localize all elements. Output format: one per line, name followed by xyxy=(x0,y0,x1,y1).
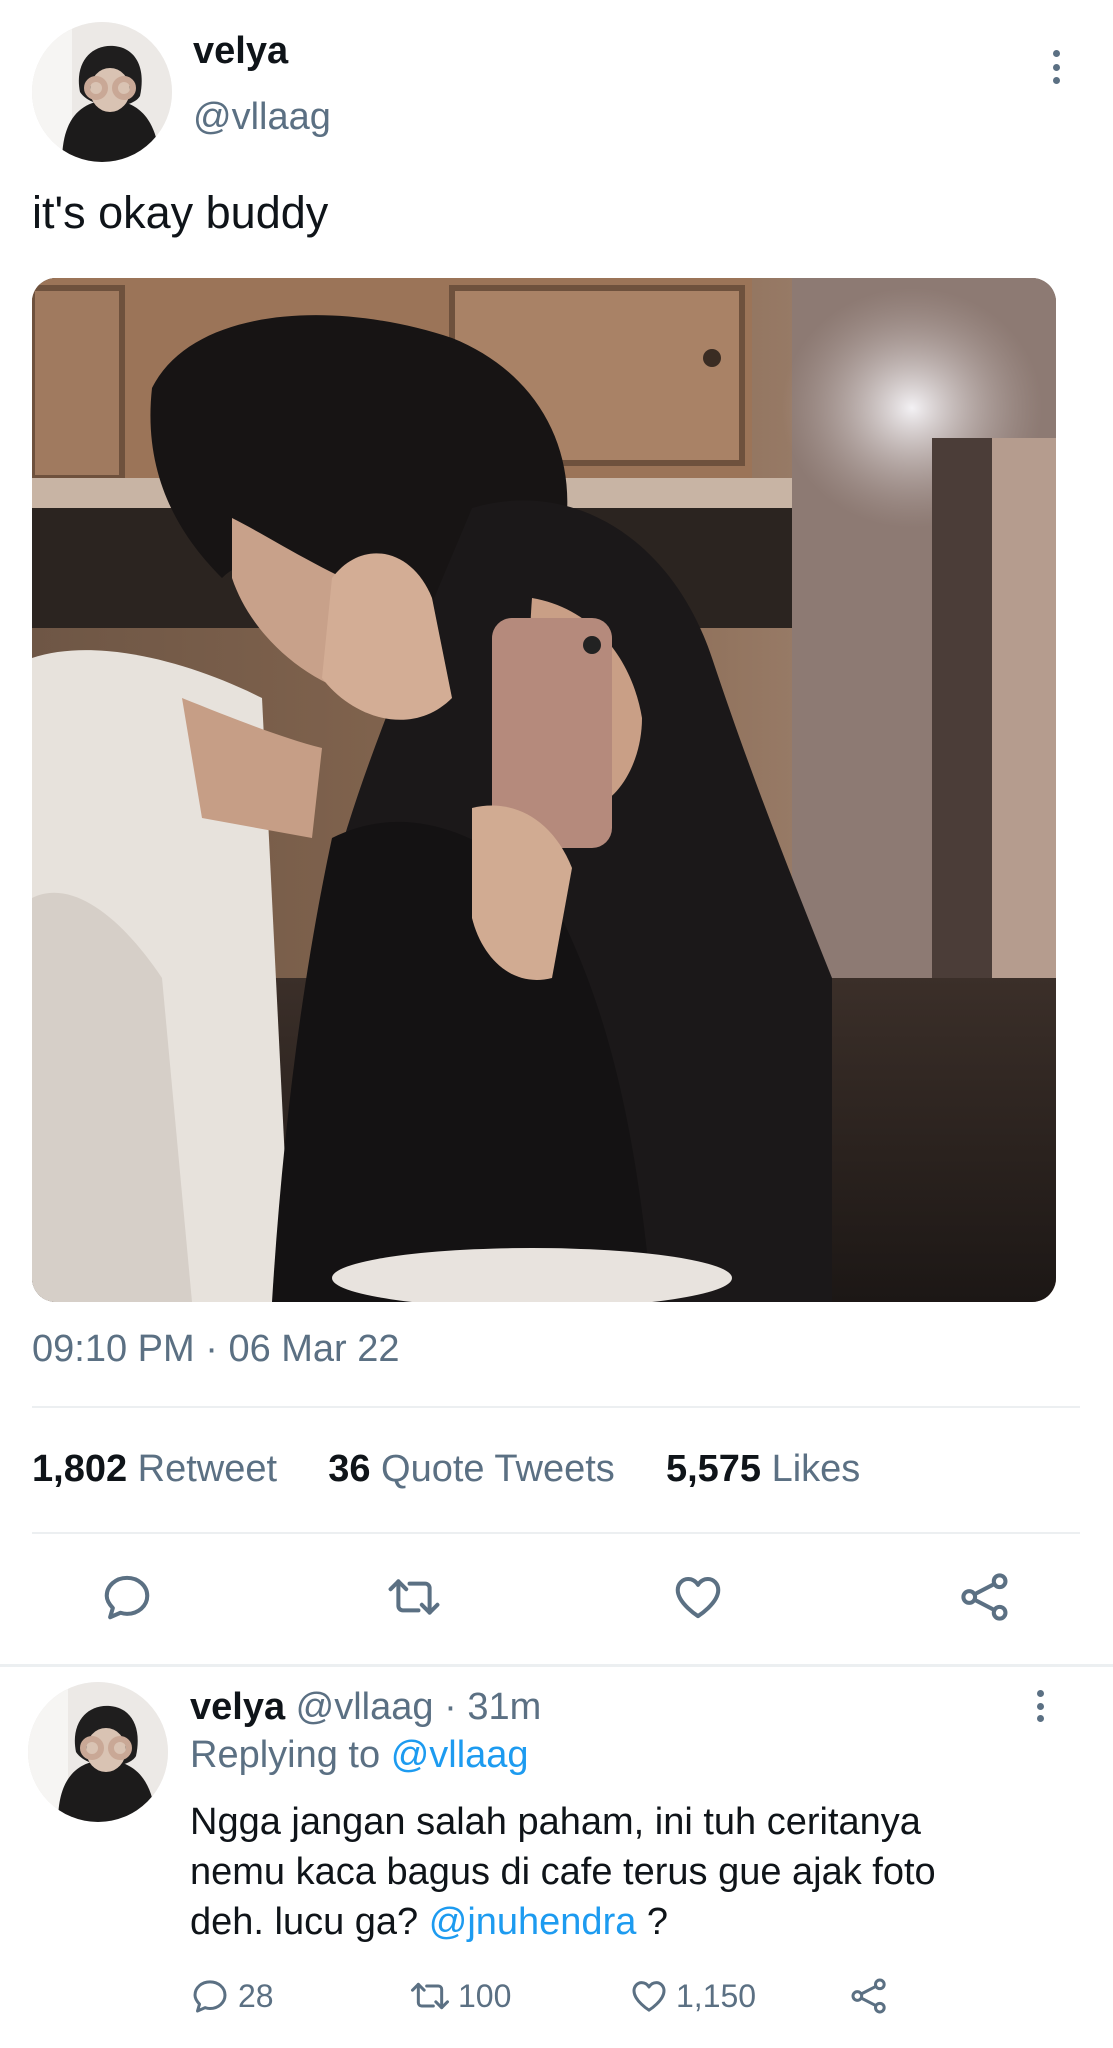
retweet-count: 1,802 xyxy=(32,1448,128,1490)
tweet-text: it's okay buddy xyxy=(32,187,329,238)
retweet-label: Retweet xyxy=(137,1448,278,1490)
reply-text-line-3: deh. lucu ga? @jnuhendra ? xyxy=(190,1897,936,1947)
retweet-button[interactable] xyxy=(385,1570,443,1624)
likes-label: Likes xyxy=(771,1448,861,1490)
tweet-time: 09:10 PM xyxy=(32,1328,195,1370)
tweet-timestamp[interactable]: 09:10 PM · 06 Mar 22 xyxy=(32,1328,400,1371)
like-icon xyxy=(675,1576,721,1619)
divider-top xyxy=(32,1406,1080,1408)
reply-retweet-count: 100 xyxy=(458,1977,512,2014)
reply-icon xyxy=(104,1575,150,1620)
reply-like-button[interactable]: 1,150 xyxy=(628,1976,756,2016)
quote-count: 36 xyxy=(328,1448,371,1490)
reply-time[interactable]: 31m xyxy=(467,1686,541,1728)
reply-text-suffix: ? xyxy=(646,1901,669,1943)
reply-avatar-photo xyxy=(28,1682,168,1822)
couple-mirror-photo xyxy=(32,278,1056,1302)
reply-button[interactable] xyxy=(100,1570,154,1624)
author-handle[interactable]: @vllaag xyxy=(193,96,331,139)
share-icon xyxy=(961,1573,1008,1621)
likes-count: 5,575 xyxy=(665,1448,762,1490)
reply-avatar[interactable] xyxy=(28,1682,168,1822)
reply-separator: · xyxy=(444,1686,457,1728)
tweet-stats: 1,802 Retweet 36 Quote Tweets 5,575 Like… xyxy=(32,1448,860,1491)
reply-text-line-1: Ngga jangan salah paham, ini tuh ceritan… xyxy=(190,1801,921,1843)
reply-share-button[interactable] xyxy=(848,1976,890,2021)
reply-header: velya @vllaag · 31m xyxy=(190,1686,541,1729)
retweet-icon xyxy=(388,1579,440,1615)
replying-to-label: Replying to xyxy=(190,1734,381,1776)
reply-icon xyxy=(193,1980,227,2013)
reply-count: 28 xyxy=(238,1977,274,2014)
timestamp-separator: · xyxy=(205,1328,218,1370)
author-name[interactable]: velya xyxy=(193,30,288,73)
reply-more-options-icon[interactable] xyxy=(1035,1690,1045,1722)
like-button[interactable] xyxy=(670,1570,726,1624)
reply-reply-button[interactable]: 28 xyxy=(190,1976,274,2016)
avatar-photo xyxy=(32,22,172,162)
quote-stat[interactable]: 36 Quote Tweets xyxy=(328,1448,625,1490)
author-avatar[interactable] xyxy=(32,22,172,162)
share-icon xyxy=(851,1978,886,2014)
retweet-icon xyxy=(411,1982,449,2010)
reply-author-name[interactable]: velya xyxy=(190,1686,285,1728)
divider-bottom xyxy=(32,1532,1080,1534)
reply-text-line-2: nemu kaca bagus di cafe terus gue ajak f… xyxy=(190,1851,936,1893)
tweet-media[interactable] xyxy=(32,278,1056,1302)
retweet-stat[interactable]: 1,802 Retweet xyxy=(32,1448,288,1490)
replying-to-handle[interactable]: @vllaag xyxy=(391,1734,529,1776)
reply-text: Ngga jangan salah paham, ini tuh ceritan… xyxy=(190,1797,936,1947)
replying-to: Replying to @vllaag xyxy=(190,1734,529,1777)
section-separator xyxy=(0,1664,1113,1667)
reply-mention[interactable]: @jnuhendra xyxy=(429,1901,637,1943)
likes-stat[interactable]: 5,575 Likes xyxy=(666,1448,860,1490)
share-button[interactable] xyxy=(958,1570,1012,1624)
tweet-date: 06 Mar 22 xyxy=(228,1328,400,1370)
reply-like-count: 1,150 xyxy=(676,1977,757,2014)
like-icon xyxy=(632,1981,666,2012)
reply-author-handle[interactable]: @vllaag xyxy=(296,1686,434,1728)
reply-retweet-button[interactable]: 100 xyxy=(408,1976,511,2016)
quote-label: Quote Tweets xyxy=(381,1448,615,1490)
more-options-icon[interactable] xyxy=(1051,50,1061,84)
reply-text-prefix: deh. lucu ga? xyxy=(190,1901,419,1943)
